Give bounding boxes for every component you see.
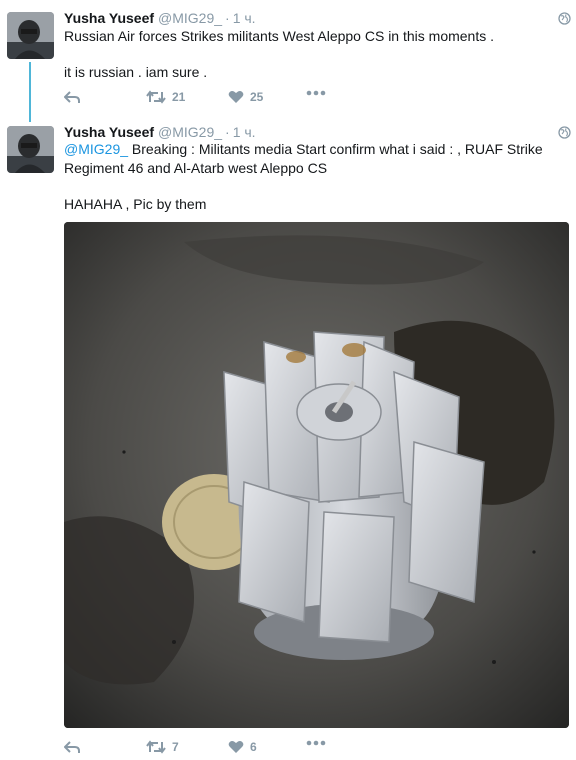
avatar-image	[7, 12, 54, 59]
more-icon	[306, 740, 326, 746]
tweet-text-line: @MIG29_ Breaking : Militants media Start…	[64, 140, 569, 159]
tweet-text-line: Russian Air forces Strikes militants Wes…	[64, 28, 495, 44]
retweet-icon	[146, 740, 166, 754]
retweet-count: 21	[172, 90, 186, 104]
reply-icon	[64, 91, 80, 103]
globe-icon	[558, 126, 571, 139]
more-button[interactable]	[306, 90, 326, 96]
author-name[interactable]: Yusha Yuseef	[64, 124, 154, 140]
tweet-1[interactable]: Yusha Yuseef @MIG29_ · 1 ч. Russian Air for…	[0, 0, 576, 122]
reply-button[interactable]	[64, 90, 81, 104]
reply-button[interactable]	[64, 740, 81, 754]
mention-link[interactable]: @MIG29_	[64, 141, 128, 157]
timestamp[interactable]: 1 ч.	[233, 124, 256, 140]
author-handle[interactable]: @MIG29_	[158, 124, 222, 140]
like-button[interactable]: 6	[228, 740, 257, 754]
like-count: 6	[250, 740, 257, 754]
author-handle[interactable]: @MIG29_	[158, 10, 222, 26]
tweet-text: Russian Air forces Strikes militants Wes…	[64, 27, 569, 82]
more-button[interactable]	[306, 740, 326, 746]
globe-icon	[558, 12, 571, 25]
tweet-text: @MIG29_ Breaking : Militants media Start…	[64, 140, 569, 214]
tweet-2[interactable]: Yusha Yuseef @MIG29_ · 1 ч. @MIG29_ Breakin…	[0, 120, 576, 758]
author-name[interactable]: Yusha Yuseef	[64, 10, 154, 26]
more-icon	[306, 90, 326, 96]
avatar[interactable]	[7, 12, 54, 59]
retweet-button[interactable]: 7	[146, 740, 179, 754]
tweet-text-line: it is russian . iam sure .	[64, 64, 208, 80]
like-button[interactable]: 25	[228, 90, 263, 104]
like-icon	[228, 91, 244, 103]
tweet-header: Yusha Yuseef @MIG29_ · 1 ч.	[64, 9, 256, 27]
separator: ·	[225, 124, 230, 140]
tweet-header: Yusha Yuseef @MIG29_ · 1 ч.	[64, 123, 256, 141]
timestamp[interactable]: 1 ч.	[233, 10, 256, 26]
like-count: 25	[250, 90, 264, 104]
tweet-text-fragment: Breaking : Militants media Start confirm…	[128, 141, 543, 157]
separator: ·	[225, 10, 230, 26]
thread-line	[29, 62, 31, 122]
tweet-text-line: Regiment 46 and Al-Atarb west Aleppo CS	[64, 160, 328, 176]
avatar[interactable]	[7, 126, 54, 173]
retweet-button[interactable]: 21	[146, 90, 185, 104]
tweet-photo[interactable]	[64, 222, 569, 728]
reply-icon	[64, 741, 80, 753]
retweet-count: 7	[172, 740, 179, 754]
avatar-image	[7, 126, 54, 173]
tweet-text-line: HAHAHA , Pic by them	[64, 196, 207, 212]
retweet-icon	[146, 90, 166, 104]
photo-image	[64, 222, 569, 728]
like-icon	[228, 741, 244, 753]
